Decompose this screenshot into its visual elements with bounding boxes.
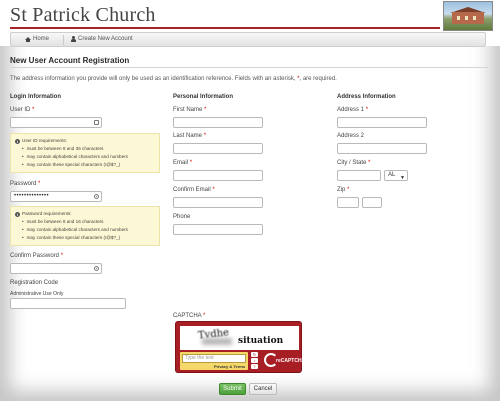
nav-divider: [63, 35, 64, 45]
navbar: Home Create New Account: [10, 32, 486, 47]
requirement-item: must be between 8 and 35 characters: [22, 145, 155, 153]
submit-button[interactable]: Submit: [219, 383, 246, 395]
church-window: [465, 16, 468, 20]
last-name-label: Last Name *: [173, 133, 207, 139]
first-name-input[interactable]: [173, 117, 263, 128]
captcha-label: CAPTCHA *: [173, 313, 206, 319]
password-note-head: Password requirements:: [22, 211, 72, 216]
church-window: [473, 16, 476, 20]
site-title: St Patrick Church: [10, 4, 156, 26]
requirement-item: may contain these special characters (!@…: [22, 234, 155, 242]
email-label: Email *: [173, 160, 193, 166]
admin-use-only-label: Administrative Use Only: [10, 291, 64, 297]
address2-input[interactable]: [337, 143, 427, 154]
registration-code-label: Registration Code: [10, 280, 59, 286]
captcha-word-2: situation: [238, 336, 284, 346]
intro-text: The address information you provide will…: [10, 76, 337, 82]
requirement-item: may contain these special characters (!@…: [22, 161, 155, 169]
captcha-input-area: Type the text Privacy & Terms: [180, 352, 248, 370]
captcha-input[interactable]: Type the text: [182, 354, 246, 363]
captcha-noise: [202, 338, 232, 345]
zip-label: Zip *: [337, 187, 350, 193]
password-requirements-note: iPassword requirements: must be between …: [10, 206, 160, 246]
login-section-heading: Login Information: [10, 94, 61, 100]
recaptcha-logo: reCAPTCHA: [264, 353, 305, 369]
zip-input[interactable]: [337, 197, 359, 208]
confirm-email-input[interactable]: [173, 197, 263, 208]
user-id-label: User ID *: [10, 107, 35, 113]
nav-home-label: Home: [33, 36, 50, 42]
phone-label: Phone: [173, 214, 191, 220]
last-name-input[interactable]: [173, 143, 263, 154]
password-input[interactable]: ••••••••••••••: [10, 191, 102, 202]
nav-home[interactable]: Home: [25, 36, 49, 42]
address-section-heading: Address Information: [337, 94, 396, 100]
userid-requirements-note: iUser ID requirements: must be between 8…: [10, 133, 160, 173]
intro-text-end: , are required.: [299, 76, 337, 82]
confirm-password-label: Confirm Password *: [10, 253, 64, 259]
city-input[interactable]: [337, 170, 381, 181]
nav-create-account-label: Create New Account: [78, 36, 133, 42]
eye-icon[interactable]: [94, 194, 99, 199]
page-title: New User Account Registration: [10, 56, 130, 65]
id-card-icon: [94, 120, 99, 125]
user-icon: [71, 36, 76, 42]
chevron-down-icon: ▼: [400, 175, 405, 181]
confirm-email-label: Confirm Email *: [173, 187, 215, 193]
info-icon: i: [15, 211, 20, 217]
city-state-label: City / State *: [337, 160, 371, 166]
captcha-privacy-link[interactable]: Privacy & Terms: [214, 364, 245, 369]
info-icon: i: [15, 138, 20, 144]
nav-create-account[interactable]: Create New Account: [71, 36, 133, 42]
address2-label: Address 2: [337, 133, 365, 139]
captcha-controls: ↻ ♪ ?: [251, 352, 259, 370]
personal-section-heading: Personal Information: [173, 94, 234, 100]
phone-input[interactable]: [173, 224, 263, 235]
header-rule: [10, 27, 440, 29]
cancel-button[interactable]: Cancel: [249, 383, 277, 395]
address1-input[interactable]: [337, 117, 427, 128]
state-select[interactable]: AL ▼: [384, 170, 408, 181]
refresh-icon[interactable]: ↻: [251, 352, 258, 357]
eye-icon[interactable]: [94, 266, 99, 271]
address1-label: Address 1 *: [337, 107, 369, 113]
email-input[interactable]: [173, 170, 263, 181]
intro-text-start: The address information you provide will…: [10, 76, 298, 82]
userid-note-head: User ID requirements:: [22, 138, 67, 143]
user-id-input[interactable]: [10, 117, 102, 128]
audio-icon[interactable]: ♪: [251, 358, 258, 363]
requirement-item: must be between 8 and 16 characters: [22, 218, 155, 226]
church-photo: [443, 1, 493, 31]
help-icon[interactable]: ?: [251, 364, 258, 369]
captcha-image: Tvdhe situation: [180, 326, 299, 350]
home-icon: [25, 36, 31, 42]
registration-code-input[interactable]: [10, 298, 126, 309]
title-divider: [10, 67, 488, 68]
first-name-label: First Name *: [173, 107, 207, 113]
confirm-password-input[interactable]: [10, 263, 102, 274]
church-window: [457, 16, 460, 20]
state-selected-value: AL: [388, 172, 396, 178]
requirement-item: may contain alphabetical characters and …: [22, 226, 155, 234]
recaptcha-logo-text: reCAPTCHA: [276, 358, 306, 364]
requirement-item: may contain alphabetical characters and …: [22, 153, 155, 161]
captcha-widget: Tvdhe situation Type the text Privacy & …: [175, 321, 305, 373]
zip-extension-input[interactable]: [362, 197, 382, 208]
password-label: Password *: [10, 181, 41, 187]
